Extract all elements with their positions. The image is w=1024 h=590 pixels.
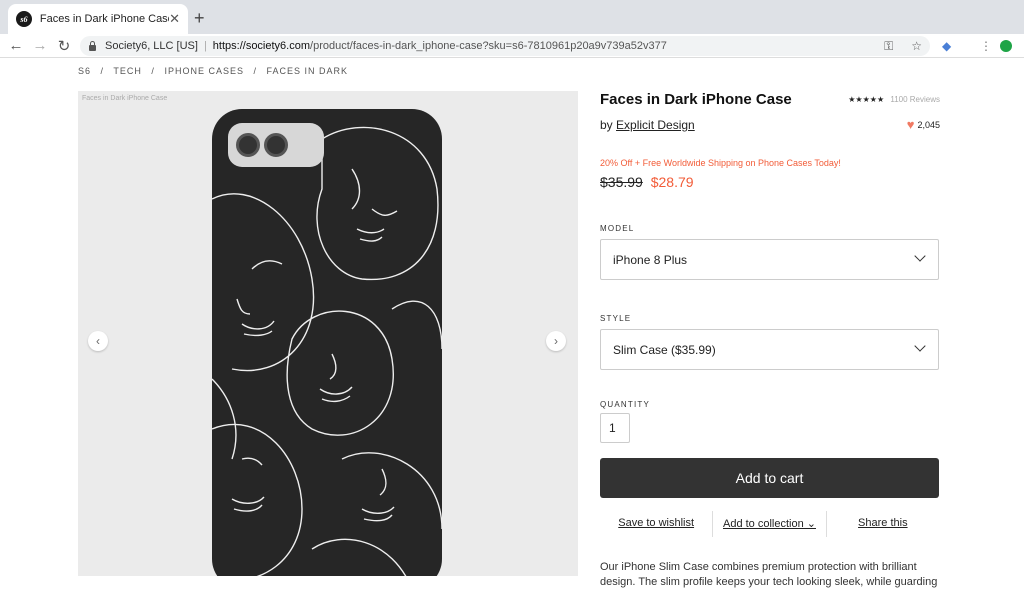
- promo-text: 20% Off + Free Worldwide Shipping on Pho…: [600, 158, 841, 168]
- lock-icon: [88, 41, 97, 51]
- faces-line-art: [212, 126, 442, 576]
- likes[interactable]: ♥ 2,045: [907, 117, 940, 132]
- model-label: MODEL: [600, 224, 635, 233]
- heart-icon[interactable]: ♥: [907, 117, 915, 132]
- camera-lens-icon: [236, 133, 260, 157]
- like-count: 2,045: [917, 119, 940, 130]
- breadcrumb-separator: /: [100, 66, 105, 76]
- breadcrumb: S6 / TECH / IPHONE CASES / FACES IN DARK: [78, 66, 354, 76]
- breadcrumb-separator: /: [253, 66, 257, 76]
- new-tab-icon[interactable]: +: [194, 8, 205, 29]
- bookmark-star-icon[interactable]: ☆: [911, 39, 922, 54]
- chevron-down-icon: [914, 340, 926, 352]
- style-label: STYLE: [600, 314, 632, 323]
- sale-price: $28.79: [650, 174, 694, 190]
- breadcrumb-separator: /: [151, 66, 155, 76]
- model-value: iPhone 8 Plus: [613, 252, 688, 267]
- url-text: https://society6.com/product/faces-in-da…: [213, 40, 667, 52]
- url-domain: https://society6.com: [212, 40, 311, 52]
- previous-image-button[interactable]: ‹: [88, 331, 108, 351]
- breadcrumb-tech[interactable]: TECH: [113, 66, 142, 76]
- model-select[interactable]: iPhone 8 Plus: [600, 239, 939, 280]
- breadcrumb-s6[interactable]: S6: [78, 66, 91, 76]
- breadcrumb-iphone-cases[interactable]: IPHONE CASES: [164, 66, 244, 76]
- breadcrumb-faces-in-dark[interactable]: FACES IN DARK: [267, 66, 349, 76]
- key-icon[interactable]: ⚿: [884, 39, 893, 54]
- identity-separator: |: [203, 40, 207, 52]
- browser-tab-bar: s6 Faces in Dark iPhone Case by Explicit…: [0, 0, 1024, 34]
- style-select[interactable]: Slim Case ($35.99): [600, 329, 939, 370]
- profile-avatar-icon[interactable]: [1000, 40, 1012, 52]
- site-identity: Society6, LLC [US]: [105, 40, 198, 52]
- artist-link[interactable]: Explicit Design: [616, 118, 695, 132]
- price: $35.99 $28.79: [600, 174, 940, 190]
- reload-icon[interactable]: ↻: [52, 37, 76, 55]
- back-arrow-icon[interactable]: ←: [4, 37, 28, 54]
- style-value: Slim Case ($35.99): [613, 342, 716, 357]
- original-price: $35.99: [600, 174, 643, 190]
- address-bar[interactable]: Society6, LLC [US] | https://society6.co…: [80, 36, 930, 56]
- rating[interactable]: ★★★★★ 1100 Reviews: [848, 95, 940, 104]
- quantity-label: QUANTITY: [600, 400, 651, 409]
- chevron-down-icon: [914, 250, 926, 262]
- extension-icon[interactable]: ◆: [942, 39, 951, 53]
- tab-close-icon[interactable]: ✕: [169, 11, 180, 27]
- menu-dots-icon[interactable]: ⋮: [980, 39, 992, 53]
- forward-arrow-icon[interactable]: →: [28, 37, 52, 54]
- phone-camera-cutout: [228, 123, 324, 167]
- save-to-wishlist-link[interactable]: Save to wishlist: [600, 517, 712, 537]
- browser-toolbar: ← → ↻ Society6, LLC [US] | https://socie…: [0, 34, 1024, 58]
- artist-byline: by Explicit Design: [600, 118, 940, 132]
- star-rating-icon: ★★★★★: [848, 95, 885, 104]
- phone-case-image: [212, 109, 442, 576]
- camera-lens-icon: [264, 133, 288, 157]
- image-caption: Faces in Dark iPhone Case: [82, 95, 168, 102]
- url-path: /product/faces-in-dark_iphone-case?sku=s…: [310, 40, 667, 52]
- add-to-collection-link[interactable]: Add to collection ⌄: [713, 517, 825, 537]
- by-label: by: [600, 118, 613, 132]
- review-count[interactable]: 1100 Reviews: [890, 95, 940, 104]
- product-image-gallery: Faces in Dark iPhone Case ‹ ›: [78, 91, 578, 576]
- browser-tab[interactable]: s6 Faces in Dark iPhone Case by Explicit…: [8, 4, 188, 34]
- product-description: Our iPhone Slim Case combines premium pr…: [600, 561, 938, 588]
- omnibox-icons: ⚿ ☆: [884, 39, 922, 54]
- product-info-panel: Faces in Dark iPhone Case ★★★★★ 1100 Rev…: [600, 91, 940, 590]
- share-this-link[interactable]: Share this: [827, 517, 939, 537]
- society6-favicon-icon: s6: [16, 11, 32, 27]
- secondary-actions: Save to wishlist Add to collection ⌄ Sha…: [600, 511, 939, 537]
- quantity-input[interactable]: 1: [600, 413, 630, 443]
- add-to-cart-button[interactable]: Add to cart: [600, 458, 939, 498]
- next-image-button[interactable]: ›: [546, 331, 566, 351]
- tab-title: Faces in Dark iPhone Case by Explicit De…: [39, 13, 169, 25]
